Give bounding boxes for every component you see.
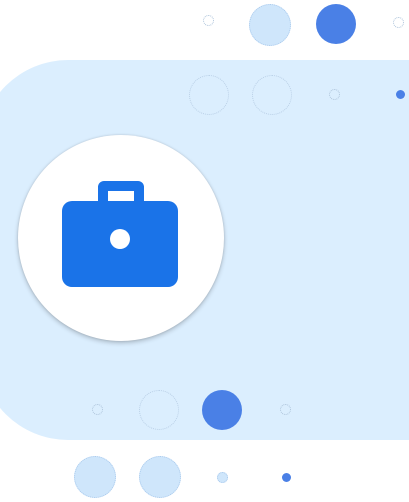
decorative-dot (329, 89, 340, 100)
decorative-dot (139, 390, 179, 430)
decorative-dot (396, 90, 405, 99)
decorative-dot (139, 456, 181, 498)
decorative-dot (252, 75, 292, 115)
decorative-dot (217, 472, 228, 483)
decorative-dot (74, 456, 116, 498)
briefcase-icon (62, 181, 178, 287)
decorative-dot (92, 404, 103, 415)
decorative-dot (316, 4, 356, 44)
decorative-dot (280, 404, 291, 415)
decorative-dot (202, 390, 242, 430)
briefcase-badge (18, 135, 224, 341)
work-profile-illustration (0, 0, 409, 502)
decorative-dot (249, 4, 291, 46)
decorative-dot (189, 75, 229, 115)
decorative-dot (203, 15, 214, 26)
decorative-dot (393, 17, 404, 28)
decorative-dot (282, 473, 291, 482)
